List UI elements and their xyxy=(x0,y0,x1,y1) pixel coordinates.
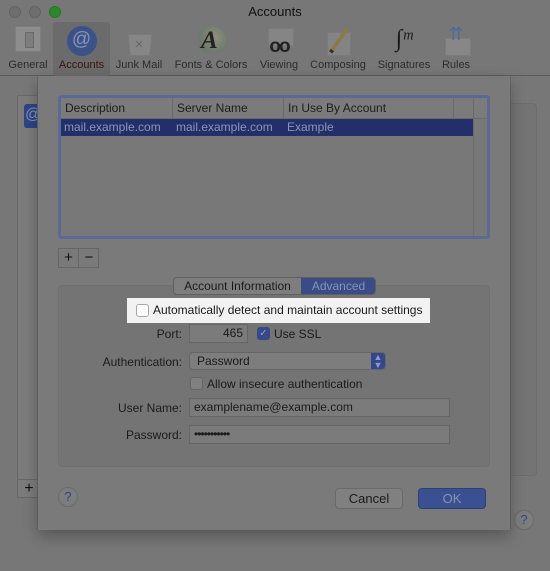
user-name-label: User Name: xyxy=(117,401,182,415)
auto-detect-checkbox[interactable] xyxy=(136,304,149,317)
toolbar-item-composing[interactable]: Composing xyxy=(306,22,370,76)
auto-detect-option-highlight: Automatically detect and maintain accoun… xyxy=(127,298,430,323)
column-header-extra xyxy=(454,98,474,118)
column-header-server-name[interactable]: Server Name xyxy=(173,98,284,118)
toolbar-item-label: General xyxy=(8,59,48,71)
add-remove-control: + − xyxy=(58,248,99,268)
cancel-button[interactable]: Cancel xyxy=(335,488,403,509)
toolbar-item-viewing[interactable]: Viewing xyxy=(256,22,302,76)
toolbar-item-signatures[interactable]: Signatures xyxy=(374,22,434,76)
password-field[interactable]: ••••••••••• xyxy=(189,425,450,444)
column-header-in-use-by-account[interactable]: In Use By Account xyxy=(284,98,454,118)
password-label: Password: xyxy=(125,428,182,442)
smtp-server-list-sheet: Description Server Name In Use By Accoun… xyxy=(38,76,510,530)
smtp-server-table[interactable]: Description Server Name In Use By Accoun… xyxy=(58,95,490,239)
toolbar-item-label: Fonts & Colors xyxy=(174,59,248,71)
cell-description: mail.example.com xyxy=(64,120,161,134)
use-ssl-label: Use SSL xyxy=(274,327,322,341)
tab-switcher: Account Information Advanced xyxy=(173,277,376,295)
toolbar-item-label: Rules xyxy=(441,59,471,71)
ok-button[interactable]: OK xyxy=(418,488,486,509)
authentication-value: Password xyxy=(197,354,250,368)
use-ssl-checkbox[interactable]: ✓ xyxy=(257,327,270,340)
table-scrollbar[interactable] xyxy=(473,119,487,236)
toolbar-item-accounts[interactable]: Accounts xyxy=(53,22,110,76)
fonts-colors-icon xyxy=(196,26,226,56)
toolbar-item-label: Viewing xyxy=(259,59,299,71)
allow-insecure-label: Allow insecure authentication xyxy=(207,377,363,391)
toolbar-item-label: Accounts xyxy=(58,59,105,71)
popup-arrows-icon: ▲ ▼ xyxy=(371,353,385,369)
cell-server-name: mail.example.com xyxy=(176,120,273,134)
at-sign-icon xyxy=(66,26,97,56)
toolbar-item-label: Composing xyxy=(310,59,366,71)
preferences-toolbar: General Accounts Junk Mail Fonts & Color… xyxy=(0,22,550,76)
toolbar-item-general[interactable]: General xyxy=(6,22,50,76)
signature-icon xyxy=(389,26,419,56)
toolbar-item-label: Signatures xyxy=(377,59,431,71)
port-label: Port: xyxy=(156,327,182,341)
cell-in-use-by: Example xyxy=(287,120,334,134)
auto-detect-label: Automatically detect and maintain accoun… xyxy=(153,303,423,317)
remove-server-button[interactable]: − xyxy=(79,249,99,267)
background-help-button[interactable]: ? xyxy=(514,510,534,530)
authentication-popup[interactable]: Password ▲ ▼ xyxy=(189,352,386,370)
authentication-label: Authentication: xyxy=(102,355,182,369)
add-server-button[interactable]: + xyxy=(59,249,79,267)
window-title: Accounts xyxy=(248,4,302,19)
pencil-icon xyxy=(323,26,353,56)
allow-insecure-checkbox[interactable] xyxy=(190,377,203,390)
title-bar: Accounts xyxy=(0,0,550,24)
column-header-description[interactable]: Description xyxy=(61,98,173,118)
user-name-field[interactable]: examplename@example.com xyxy=(189,398,450,417)
tab-advanced[interactable]: Advanced xyxy=(301,278,375,294)
toolbar-item-fonts-colors[interactable]: Fonts & Colors xyxy=(170,22,252,76)
port-field[interactable]: 465 xyxy=(189,324,248,343)
table-row[interactable]: mail.example.com mail.example.com Exampl… xyxy=(61,119,473,136)
account-details-panel xyxy=(510,103,537,476)
table-header: Description Server Name In Use By Accoun… xyxy=(61,98,487,119)
rules-envelope-icon xyxy=(441,24,471,56)
toolbar-item-label: Junk Mail xyxy=(115,59,163,71)
help-button[interactable]: ? xyxy=(58,487,78,507)
toolbar-item-rules[interactable]: Rules xyxy=(438,22,474,76)
glasses-icon xyxy=(264,26,294,58)
general-switch-icon xyxy=(15,26,41,52)
junk-mail-bin-icon xyxy=(124,26,154,56)
tab-account-information[interactable]: Account Information xyxy=(174,278,301,294)
toolbar-item-junk-mail[interactable]: Junk Mail xyxy=(113,22,165,76)
